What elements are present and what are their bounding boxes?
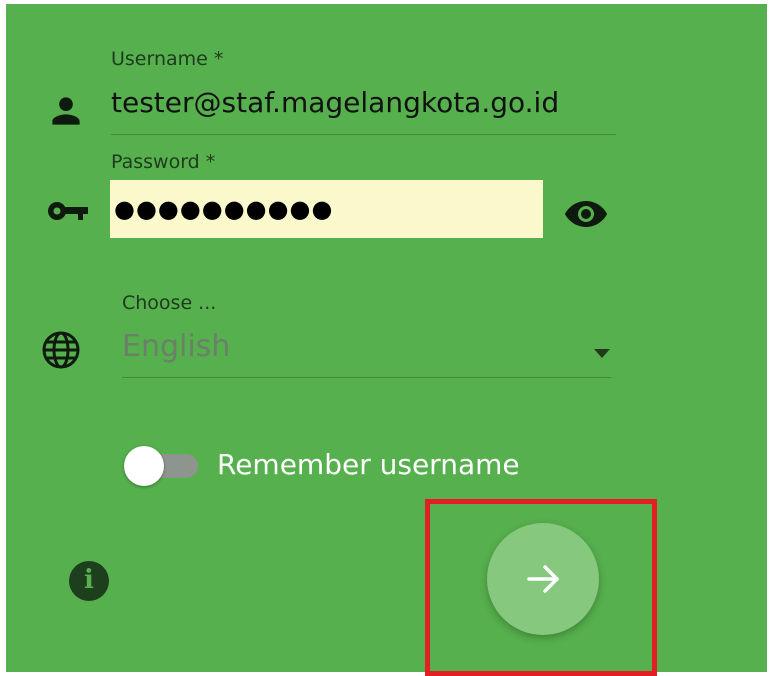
remember-toggle-thumb[interactable] — [124, 446, 164, 486]
password-value: ●●●●●●●●●● — [114, 195, 334, 223]
key-icon — [46, 198, 90, 228]
eye-icon[interactable] — [564, 199, 608, 233]
remember-username-label: Remember username — [217, 448, 520, 481]
globe-icon — [41, 330, 81, 374]
password-label: Password * — [111, 151, 216, 173]
language-underline — [122, 377, 611, 378]
username-input[interactable]: tester@staf.magelangkota.go.id — [111, 86, 559, 119]
password-input[interactable]: ●●●●●●●●●● — [110, 180, 543, 238]
language-label: Choose ... — [122, 292, 217, 314]
person-icon — [49, 94, 83, 132]
submit-button[interactable] — [487, 523, 599, 635]
info-icon[interactable]: i — [69, 561, 109, 601]
chevron-down-icon[interactable] — [594, 344, 610, 363]
username-underline — [111, 134, 616, 135]
language-select[interactable]: English — [122, 329, 230, 364]
arrow-right-icon — [527, 565, 559, 593]
username-label: Username * — [111, 48, 224, 70]
login-panel: Username * tester@staf.magelangkota.go.i… — [6, 4, 767, 676]
